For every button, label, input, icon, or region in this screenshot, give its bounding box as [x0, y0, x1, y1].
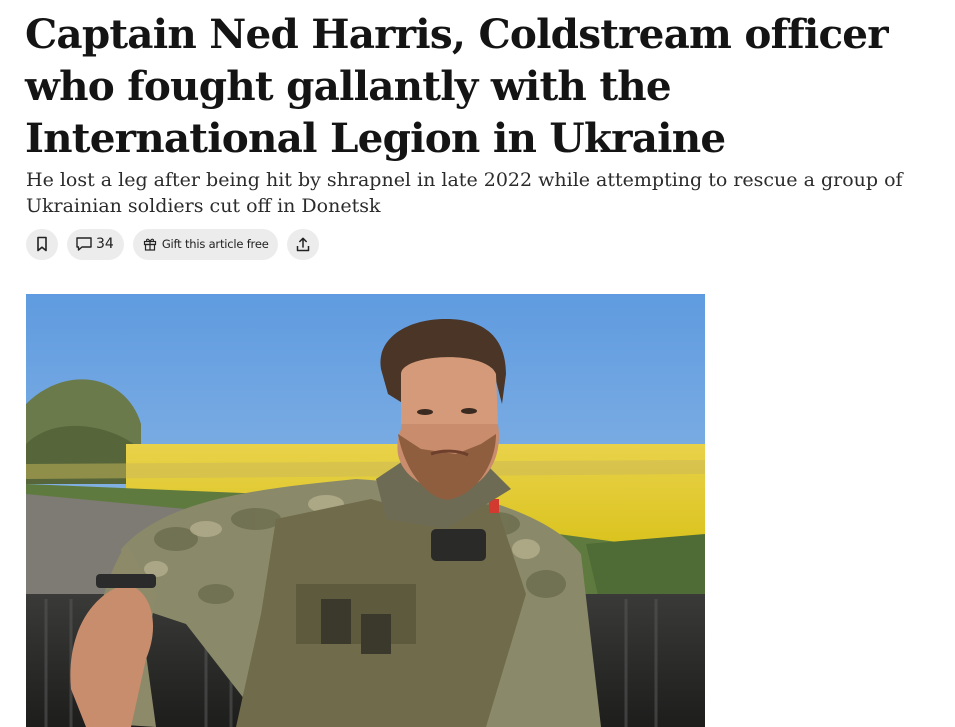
bookmark-icon: [35, 236, 49, 252]
share-upload-icon: [296, 237, 310, 252]
comments-button[interactable]: 34: [67, 228, 124, 260]
comment-count: 34: [96, 236, 114, 252]
article-header: Captain Ned Harris, Coldstream officer w…: [0, 0, 955, 727]
bookmark-button[interactable]: [26, 228, 58, 260]
headline: Captain Ned Harris, Coldstream officer w…: [25, 10, 889, 162]
lead-photo: [26, 294, 705, 727]
share-button[interactable]: [286, 228, 319, 260]
speech-bubble-icon: [75, 236, 93, 252]
gift-label: Gift this article free: [161, 237, 269, 251]
gift-article-button[interactable]: Gift this article free: [132, 228, 278, 260]
standfirst: He lost a leg after being hit by shrapne…: [26, 169, 903, 217]
article-actions-bar: 34 Gift this article free: [26, 228, 319, 260]
gift-icon: [143, 237, 157, 251]
